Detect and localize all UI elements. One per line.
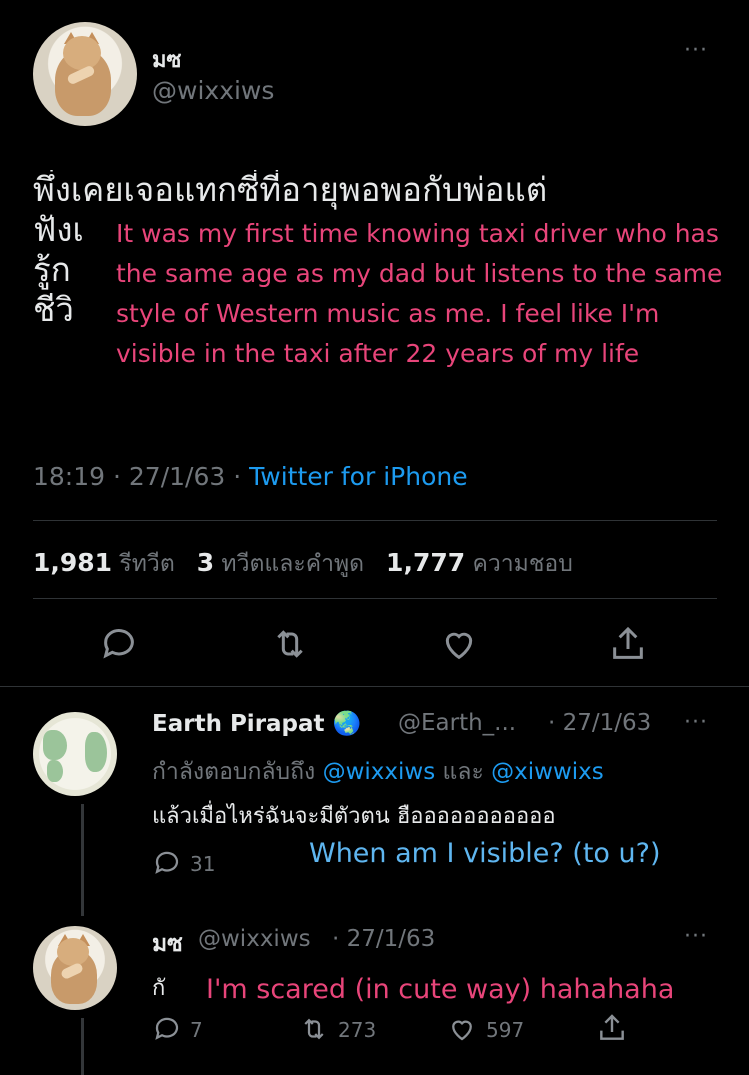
replying-and: และ: [442, 759, 484, 785]
avatar[interactable]: [33, 926, 117, 1010]
retweets-label: รีทวีต: [119, 551, 175, 577]
tweet-actions: [0, 620, 749, 668]
likes-count: 1,777: [386, 548, 466, 577]
reply-icon[interactable]: [152, 848, 182, 882]
avatar[interactable]: [33, 712, 117, 796]
meta-separator: ·: [233, 462, 242, 491]
quotes-count: 3: [196, 548, 215, 577]
more-options-icon[interactable]: ···: [684, 38, 708, 63]
reply-display-name[interactable]: Earth Pirapat 🌏: [152, 710, 361, 737]
divider: [33, 598, 717, 599]
avatar[interactable]: [33, 22, 137, 126]
likes-stat[interactable]: 1,777 ความชอบ: [386, 548, 573, 577]
likes-label: ความชอบ: [472, 551, 573, 577]
replying-to: กำลังตอบกลับถึง @wixxiws และ @xiwwixs: [152, 754, 604, 790]
divider: [33, 520, 717, 521]
cat-head: [57, 938, 89, 966]
display-name[interactable]: มซ: [152, 926, 183, 962]
globe-emoji-icon: 🌏: [332, 711, 362, 737]
display-name: Earth Pirapat: [152, 711, 325, 737]
thread-line: [81, 804, 84, 916]
like-icon[interactable]: [435, 620, 483, 668]
translation-overlay: I'm scared (in cute way) hahahaha: [202, 974, 679, 1005]
globe-land: [43, 730, 67, 760]
more-options-icon[interactable]: ···: [684, 710, 708, 735]
divider: [0, 686, 749, 687]
replying-prefix: กำลังตอบกลับถึง: [152, 759, 316, 785]
retweets-count: 1,981: [33, 548, 113, 577]
share-icon[interactable]: [596, 1012, 628, 1048]
mention-link[interactable]: @wixxiws: [323, 759, 436, 785]
retweet-icon[interactable]: [298, 1014, 330, 1048]
translation-overlay: When am I visible? (to u?): [305, 838, 665, 869]
reply-date: · 27/1/63: [332, 926, 436, 952]
reply-count: 7: [190, 1018, 203, 1042]
tweet-date: 27/1/63: [128, 462, 226, 491]
reply-icon[interactable]: [95, 620, 143, 668]
retweets-stat[interactable]: 1,981 รีทวีต: [33, 548, 175, 577]
tweet-meta: 18:19 · 27/1/63 · Twitter for iPhone: [33, 462, 468, 491]
reply-handle[interactable]: @Earth_...: [398, 710, 516, 736]
handle[interactable]: @wixxiws: [152, 76, 274, 105]
reply-text: กั: [152, 976, 166, 1001]
translation-overlay: It was my first time knowing taxi driver…: [116, 214, 736, 374]
retweet-icon[interactable]: [266, 620, 314, 668]
meta-separator: ·: [113, 462, 121, 491]
share-icon[interactable]: [604, 620, 652, 668]
tweet-source-link[interactable]: Twitter for iPhone: [249, 462, 467, 491]
retweet-count: 273: [338, 1018, 377, 1042]
tweet-stats: 1,981 รีทวีต 3 ทวีตและคำพูด 1,777 ความชอ…: [33, 546, 573, 582]
like-count: 597: [486, 1018, 525, 1042]
like-icon[interactable]: [446, 1014, 478, 1048]
reply-handle[interactable]: @wixxiws: [198, 926, 311, 952]
cat-head: [63, 36, 101, 70]
reply-text: แล้วเมื่อไหร่ฉันจะมีตัวตน ฮือออออออออออ: [152, 804, 556, 824]
quotes-stat[interactable]: 3 ทวีตและคำพูด: [196, 548, 365, 577]
reply-icon[interactable]: [152, 1014, 182, 1048]
quotes-label: ทวีตและคำพูด: [221, 551, 365, 577]
reply-count: 31: [190, 852, 216, 876]
more-options-icon[interactable]: ···: [684, 924, 708, 949]
mention-link[interactable]: @xiwwixs: [491, 759, 604, 785]
reply-date: · 27/1/63: [548, 710, 652, 736]
tweet-time: 18:19: [33, 462, 106, 491]
globe-land: [85, 732, 107, 772]
display-name[interactable]: มซ: [152, 42, 181, 77]
globe-land: [47, 760, 63, 782]
thread-line: [81, 1018, 84, 1075]
